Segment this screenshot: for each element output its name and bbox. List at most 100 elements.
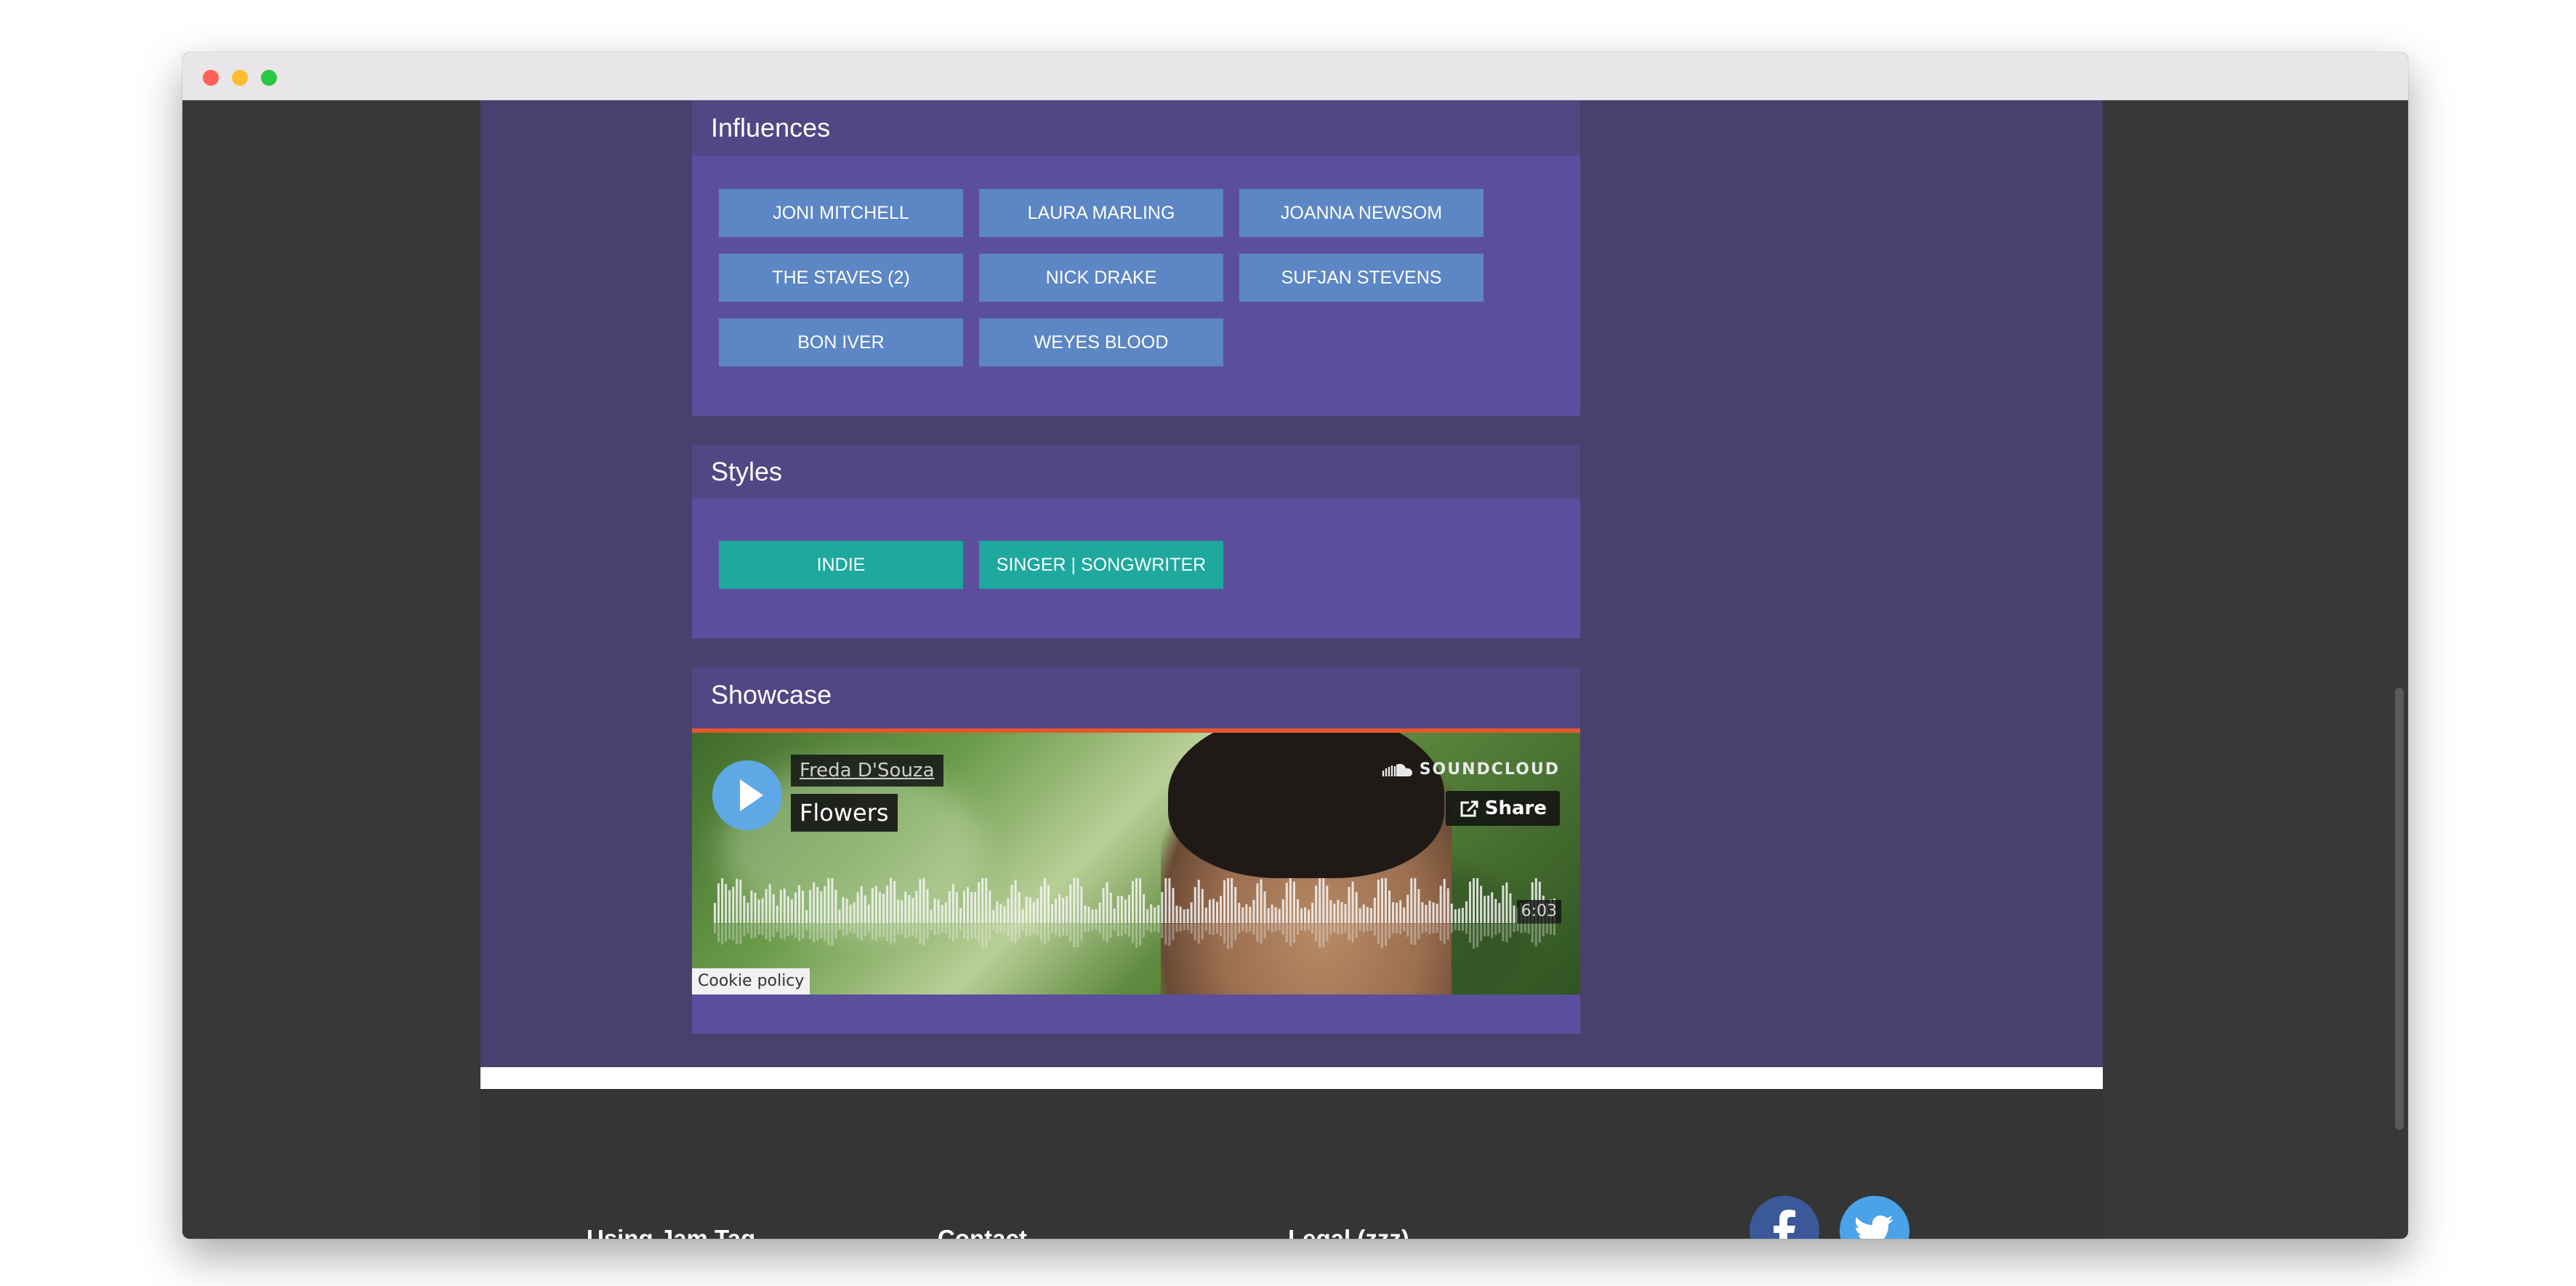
- waveform-bar: [1315, 885, 1318, 923]
- waveform-bar: [802, 891, 805, 923]
- influence-tag[interactable]: WEYES BLOOD: [979, 318, 1223, 366]
- play-button[interactable]: [712, 760, 782, 830]
- waveform-reflection: [1516, 924, 1519, 931]
- influence-tag[interactable]: LAURA MARLING: [979, 189, 1223, 237]
- facebook-link[interactable]: [1750, 1196, 1819, 1239]
- waveform-reflection: [1245, 924, 1248, 933]
- artist-link[interactable]: Freda D'Souza: [791, 755, 943, 787]
- waveform-bar: [951, 884, 954, 923]
- waveform-bar: [1319, 878, 1321, 923]
- showcase-card: Showcase Freda D'Souza Flowers SOUNDCLOU…: [692, 667, 1580, 1034]
- waveform-reflection: [845, 924, 848, 936]
- waveform-reflection: [1333, 924, 1336, 933]
- influence-tag[interactable]: NICK DRAKE: [979, 254, 1223, 302]
- waveform-reflection: [1285, 924, 1288, 943]
- waveform-reflection: [1168, 924, 1171, 947]
- waveform-reflection: [1018, 924, 1021, 939]
- window-titlebar: [182, 52, 2408, 100]
- waveform-reflection: [746, 924, 749, 933]
- waveform-reflection: [725, 924, 728, 942]
- waveform-bar: [1355, 892, 1358, 923]
- influences-title: Influences: [692, 100, 1580, 156]
- waveform-reflection: [824, 924, 826, 941]
- waveform-bar: [1263, 891, 1266, 923]
- waveform-reflection: [809, 924, 812, 939]
- cookie-policy-link[interactable]: Cookie policy: [692, 968, 810, 994]
- waveform-bar: [974, 892, 977, 923]
- waveform-bar: [816, 887, 819, 923]
- waveform-bar: [1055, 899, 1058, 923]
- footer-link-using-jam-tag[interactable]: Using Jam Tag: [587, 1225, 755, 1239]
- waveform-bar: [904, 891, 907, 923]
- waveform-bar: [736, 878, 738, 923]
- minimize-window-button[interactable]: [232, 70, 248, 86]
- waveform-reflection: [1036, 924, 1039, 936]
- waveform-bar: [1197, 880, 1200, 923]
- waveform-bar: [886, 885, 889, 923]
- footer-divider: [480, 1067, 2103, 1089]
- style-tag[interactable]: INDIE: [719, 541, 963, 589]
- waveform-reflection: [1183, 924, 1186, 931]
- influence-tag[interactable]: JONI MITCHELL: [719, 189, 963, 237]
- footer-link-contact[interactable]: Contact: [938, 1225, 1027, 1239]
- waveform-bar: [1337, 899, 1340, 923]
- site-footer: Using Jam Tag Contact Legal (zzz): [480, 1089, 2103, 1239]
- maximize-window-button[interactable]: [261, 70, 277, 86]
- waveform-reflection: [1164, 924, 1167, 945]
- waveform-reflection: [944, 924, 947, 933]
- waveform-bar: [1322, 878, 1325, 923]
- waveform-bar: [1220, 896, 1223, 923]
- waveform-bar: [856, 892, 859, 923]
- page-scrollbar[interactable]: [2395, 688, 2404, 1130]
- waveform-bar: [1231, 878, 1233, 923]
- twitter-link[interactable]: [1840, 1196, 1909, 1239]
- waveform-bar: [1256, 883, 1259, 923]
- waveform-reflection: [1480, 924, 1483, 941]
- waveform-bar: [1366, 907, 1369, 923]
- waveform-bar: [1289, 878, 1292, 923]
- waveform-reflection: [1545, 924, 1548, 933]
- influence-tag[interactable]: BON IVER: [719, 318, 963, 366]
- waveform-reflection: [1329, 924, 1332, 935]
- waveform-bar: [878, 892, 881, 923]
- close-window-button[interactable]: [203, 70, 219, 86]
- waveform-bar: [1154, 907, 1156, 923]
- waveform[interactable]: [714, 878, 1557, 958]
- waveform-bar: [765, 888, 768, 923]
- waveform-reflection: [834, 924, 837, 939]
- page-column: Influences JONI MITCHELL LAURA MARLING J…: [480, 100, 2103, 1239]
- waveform-reflection: [1260, 924, 1263, 944]
- waveform-reflection: [779, 924, 782, 939]
- waveform-bar: [717, 883, 720, 923]
- influence-tag[interactable]: THE STAVES (2): [719, 254, 963, 302]
- waveform-reflection: [856, 924, 859, 939]
- waveform-bar: [1080, 886, 1083, 923]
- style-tag[interactable]: SINGER | SONGWRITER: [979, 541, 1223, 589]
- waveform-reflection: [1351, 924, 1354, 943]
- waveform-bar: [867, 904, 870, 923]
- share-button[interactable]: Share: [1445, 791, 1560, 826]
- waveform-reflection: [721, 924, 724, 945]
- waveform-reflection: [1179, 924, 1182, 932]
- facebook-icon: [1774, 1210, 1795, 1239]
- waveform-reflection: [911, 924, 914, 936]
- soundcloud-logo[interactable]: SOUNDCLOUD: [1380, 759, 1560, 781]
- waveform-bar: [970, 891, 973, 923]
- waveform-bar: [1369, 908, 1372, 923]
- waveform-bar: [1377, 879, 1380, 923]
- waveform-reflection: [1021, 924, 1024, 931]
- influence-tag[interactable]: SUFJAN STEVENS: [1239, 254, 1484, 302]
- soundcloud-icon: [1382, 763, 1412, 776]
- waveform-bar: [1428, 900, 1431, 923]
- waveform-bar: [962, 891, 965, 923]
- waveform-bar: [1084, 905, 1087, 923]
- waveform-reflection: [1461, 924, 1464, 931]
- influence-tag[interactable]: JOANNA NEWSOM: [1239, 189, 1484, 237]
- waveform-reflection: [989, 924, 991, 939]
- waveform-reflection: [1520, 924, 1523, 933]
- waveform-bar: [1212, 899, 1215, 923]
- footer-link-legal[interactable]: Legal (zzz): [1288, 1225, 1409, 1239]
- waveform-bar: [1425, 904, 1428, 923]
- waveform-bar: [901, 900, 903, 923]
- waveform-reflection: [951, 924, 954, 942]
